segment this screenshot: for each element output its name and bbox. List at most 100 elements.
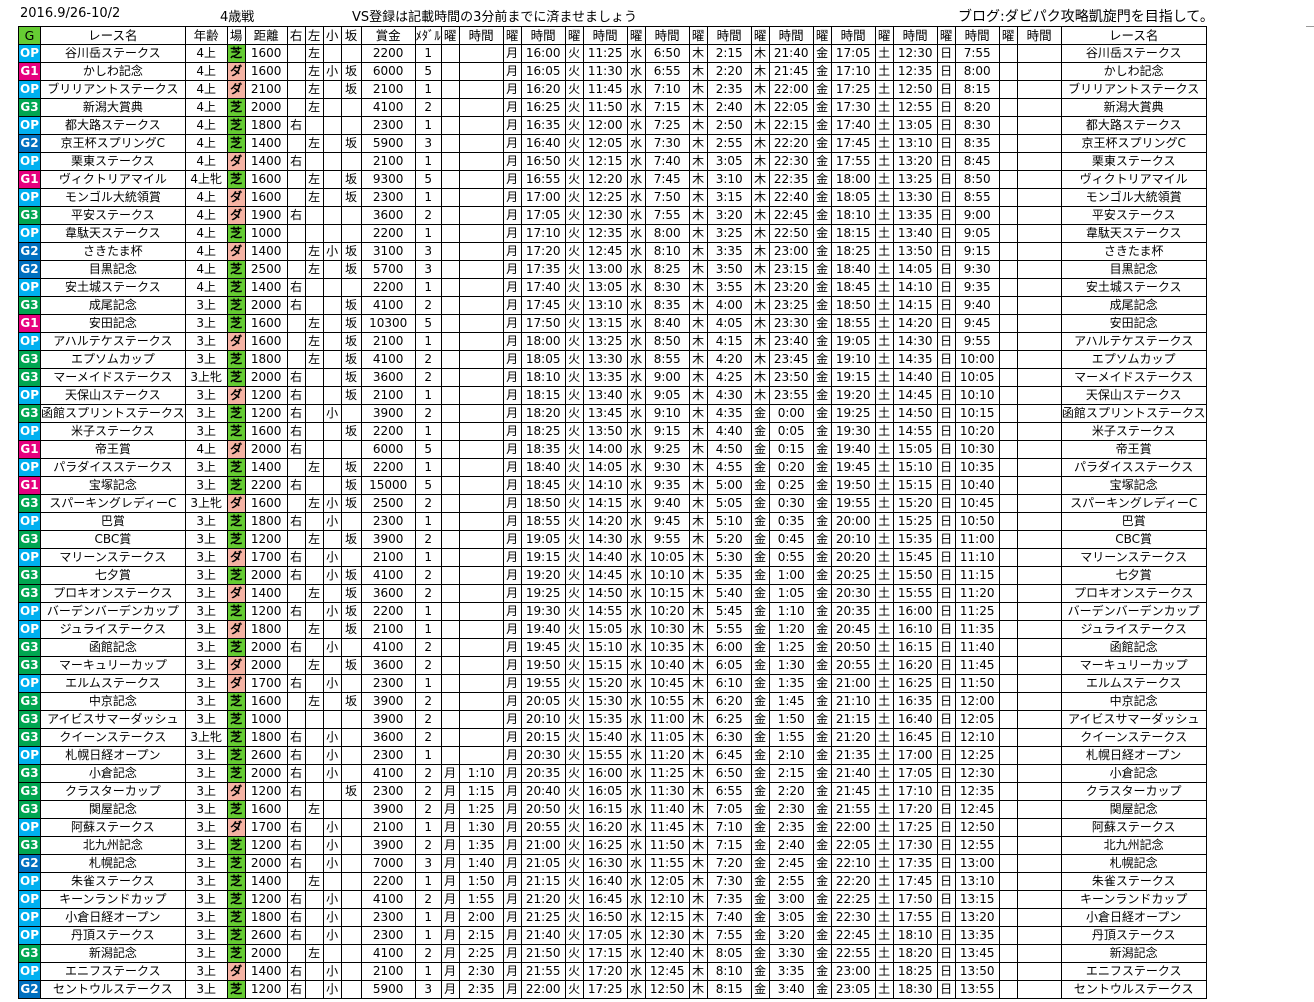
race-name: さきたま杯 [1060,242,1207,261]
time-cell: 14:50 [582,584,628,603]
time-cell: 18:10 [830,206,876,225]
weekday-cell: 金 [812,494,832,513]
time-cell: 14:20 [892,314,938,333]
race-row: G3 マーメイドステークス 3上牝芝 2000 右坂 3600 2 月 18:10 火 13:35 水… [18,368,1207,387]
weekday-cell: 水 [626,404,646,423]
race-name: 朱雀ステークス [40,872,186,891]
right-cell: 右 [286,836,306,855]
weekday-cell: 火 [564,476,584,495]
time-cell: 5:00 [706,476,752,495]
surface-cell: 芝 [226,890,246,909]
age-cell: 3上 [184,566,228,585]
time-cell [458,224,504,243]
race-name: 新潟大賞典 [40,98,186,117]
race-name: マーメイドステークス [40,368,186,387]
weekday-cell: 土 [874,980,894,999]
weekday-cell: 土 [874,764,894,783]
time-cell: 6:55 [644,62,690,81]
weekday-cell: 月 [502,800,522,819]
prize-cell: 3600 [360,206,416,225]
race-name: エニフステークス [40,962,186,981]
weekday-cell: 火 [564,530,584,549]
weekday-cell: 水 [626,962,646,981]
prize-cell: 5700 [360,260,416,279]
weekday-cell: 日 [936,314,956,333]
time-cell: 11:00 [644,710,690,729]
weekday-cell: 火 [564,782,584,801]
slope-cell [340,908,362,927]
time-cell: 9:10 [644,404,690,423]
weekday-cell: 日 [936,188,956,207]
distance-cell: 1200 [244,836,288,855]
age-cell: 3上 [184,296,228,315]
weekday-cell: 月 [502,476,522,495]
column-header: 時間 [768,26,814,45]
weekday-cell [440,530,460,549]
weekday-cell: 月 [502,710,522,729]
prize-cell: 4100 [360,350,416,369]
weekday-cell: 日 [936,836,956,855]
weekday-cell: 日 [936,98,956,117]
weekday-cell: 土 [874,854,894,873]
race-name: 北九州記念 [40,836,186,855]
weekday-cell: 水 [626,494,646,513]
weekday-cell: 木 [688,440,708,459]
time-cell: 16:15 [582,800,628,819]
right-cell: 右 [286,980,306,999]
time-cell: 7:55 [954,44,1000,63]
weekday-cell [998,854,1018,873]
time-cell: 19:20 [830,386,876,405]
time-cell: 22:00 [768,80,814,99]
time-cell: 19:40 [520,620,566,639]
time-cell: 11:35 [954,620,1000,639]
time-cell: 1:55 [458,890,504,909]
time-cell: 22:55 [830,944,876,963]
weekday-cell: 木 [688,566,708,585]
time-cell: 14:05 [892,260,938,279]
time-cell: 21:45 [768,62,814,81]
race-row: G3 小倉記念 3上芝 2000 右小 4100 2 月 1:10 月 20:35 火 16:00 水 11… [18,764,1207,783]
time-cell [1016,566,1062,585]
surface-cell: ダ [226,962,246,981]
time-cell: 7:30 [644,134,690,153]
weekday-cell [998,62,1018,81]
race-name: モンゴル大統領賞 [1060,188,1207,207]
prize-cell: 3600 [360,584,416,603]
weekday-cell: 金 [812,152,832,171]
weekday-cell: 木 [688,656,708,675]
weekday-cell: 水 [626,458,646,477]
race-name: 新潟大賞典 [1060,98,1207,117]
time-cell: 16:40 [892,710,938,729]
time-cell: 16:50 [582,908,628,927]
weekday-cell: 日 [936,746,956,765]
left-cell: 左 [304,170,324,189]
surface-cell: 芝 [226,728,246,747]
time-cell: 17:25 [582,980,628,999]
time-cell: 12:30 [892,44,938,63]
weekday-cell: 日 [936,332,956,351]
small-cell: 小 [322,980,342,999]
weekday-cell [440,728,460,747]
medal-cell: 1 [414,422,442,441]
time-cell: 6:05 [706,656,752,675]
slope-cell [340,440,362,459]
time-cell: 3:05 [768,908,814,927]
weekday-cell: 火 [564,602,584,621]
weekday-cell: 土 [874,548,894,567]
time-cell: 6:50 [644,44,690,63]
time-cell: 13:25 [582,332,628,351]
weekday-cell: 火 [564,350,584,369]
time-cell: 12:20 [582,170,628,189]
race-name: 宝塚記念 [1060,476,1207,495]
time-cell: 22:50 [768,224,814,243]
grade-badge: G3 [18,764,41,783]
time-cell: 15:10 [582,638,628,657]
weekday-cell: 月 [502,584,522,603]
time-cell [1016,332,1062,351]
race-name: CBC賞 [1060,530,1207,549]
time-cell: 20:35 [520,764,566,783]
time-cell: 23:00 [830,962,876,981]
time-cell: 12:30 [582,206,628,225]
race-name: 巴賞 [1060,512,1207,531]
distance-cell: 1400 [244,134,288,153]
